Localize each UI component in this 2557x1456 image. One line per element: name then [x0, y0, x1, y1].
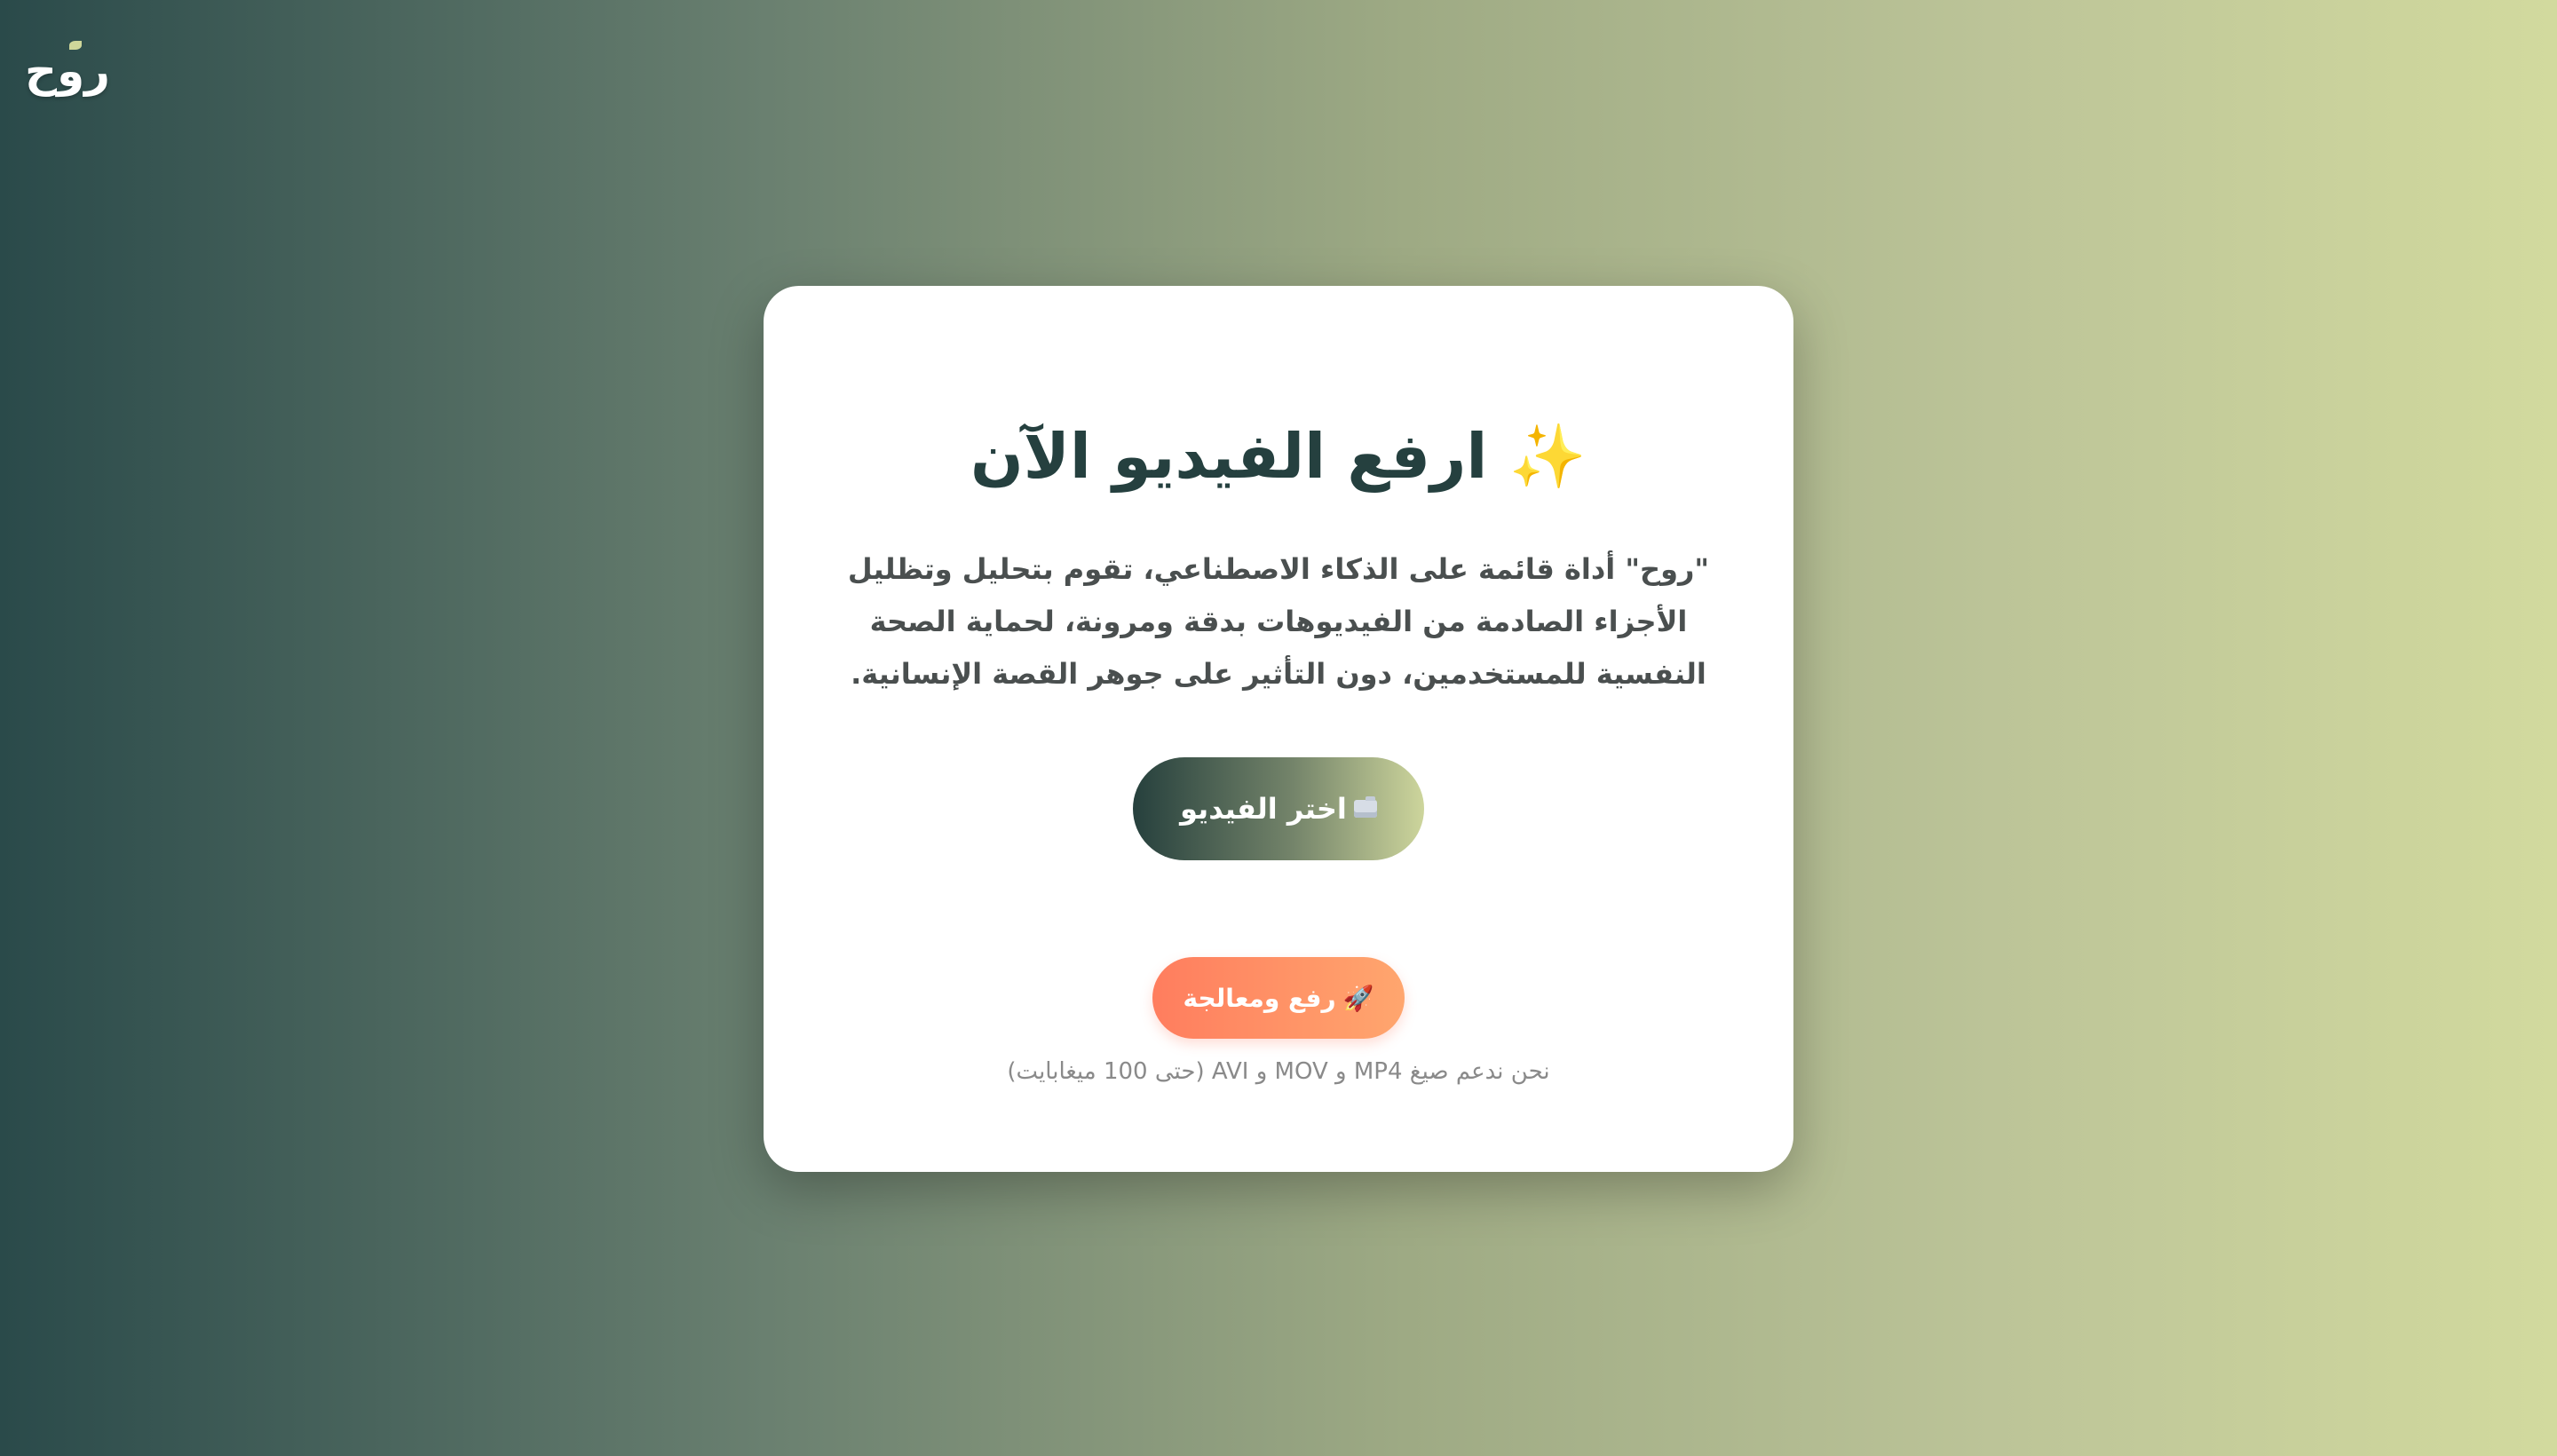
rocket-icon: 🚀	[1342, 983, 1374, 1013]
leaf-icon	[69, 41, 82, 50]
brand-logo[interactable]: روح	[25, 37, 110, 105]
choose-video-label: اختر الفيديو	[1180, 792, 1347, 826]
upload-process-button[interactable]: 🚀 رفع ومعالجة	[1152, 957, 1405, 1039]
supported-formats-note: نحن ندعم صيغ MP4 و MOV و AVI (حتى 100 مي…	[1007, 1058, 1550, 1085]
choose-video-button[interactable]: اختر الفيديو	[1133, 757, 1424, 860]
folder-icon	[1353, 796, 1377, 818]
page-title: ✨ ارفع الفيديو الآن	[764, 419, 1793, 494]
brand-logo-text: روح	[25, 45, 110, 97]
upload-process-label: رفع ومعالجة	[1183, 983, 1336, 1013]
description-text: "روح" أداة قائمة على الذكاء الاصطناعي، ت…	[847, 552, 1710, 691]
page-title-text: ارفع الفيديو الآن	[970, 420, 1488, 493]
sparkle-icon: ✨	[1508, 420, 1587, 493]
upload-card: ✨ ارفع الفيديو الآن "روح" أداة قائمة على…	[764, 286, 1793, 1172]
